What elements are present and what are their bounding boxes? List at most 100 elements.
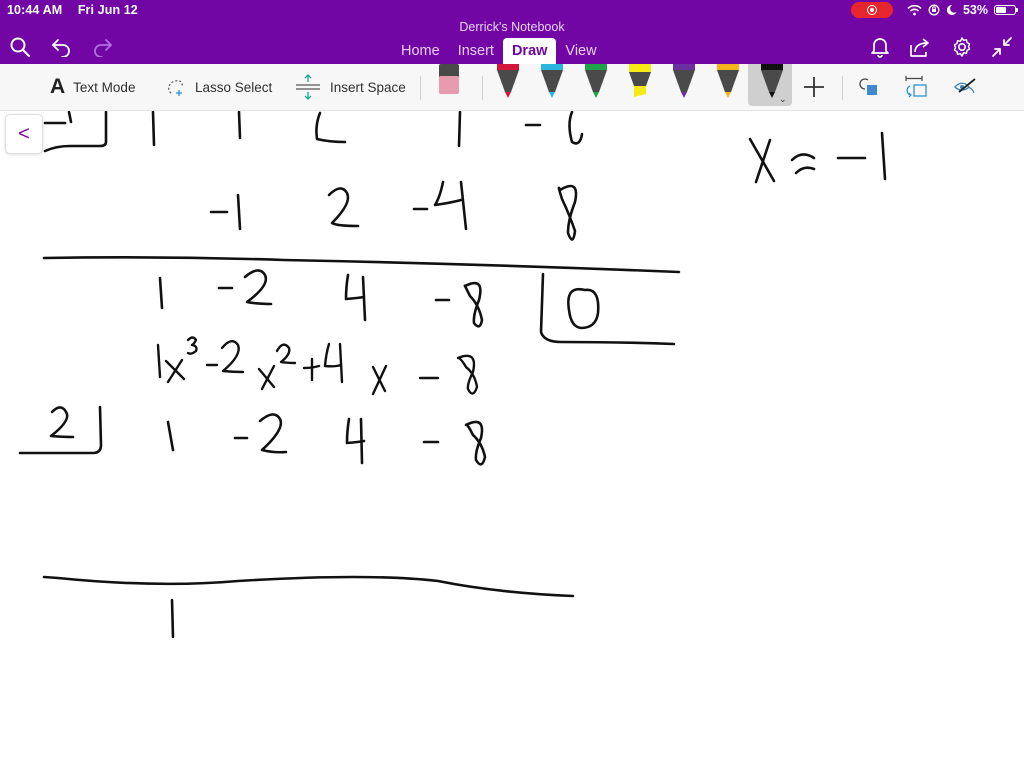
ink-term (371, 364, 388, 396)
wifi-icon (907, 4, 922, 16)
ink-row-2 (158, 269, 676, 346)
redo-icon[interactable] (90, 36, 114, 58)
eraser-icon[interactable] (436, 64, 466, 98)
ink-row-3 (18, 405, 487, 466)
lasso-icon (165, 76, 187, 98)
red-pen-icon[interactable] (493, 64, 523, 98)
screen-record-icon[interactable] (850, 2, 893, 18)
ink-to-math-button[interactable] (952, 64, 980, 110)
ink-term (275, 343, 297, 365)
notebook-title: Derrick's Notebook (459, 20, 565, 34)
ink-remainder-box (539, 272, 676, 346)
search-icon[interactable] (8, 36, 32, 58)
insert-space-button[interactable]: Insert Space (294, 64, 406, 110)
ink-divisor-bracket (18, 405, 103, 455)
add-pen-icon (804, 77, 824, 97)
app-header: 10:44 AM Fri Jun 12 53% Derrick's Notebo… (0, 0, 1024, 64)
text-mode-icon: A (50, 75, 66, 98)
ink-digit (217, 269, 273, 306)
ink-digit (344, 273, 367, 322)
text-mode-label: Text Mode (73, 79, 136, 95)
ink-term (186, 336, 198, 355)
ribbon-tabs: Home Insert Draw View (392, 38, 606, 64)
status-bar-right: 53% (850, 2, 1018, 18)
ink-digit (170, 598, 175, 639)
back-button[interactable]: < (5, 114, 43, 154)
battery-percent: 53% (962, 3, 988, 17)
green-pen-icon[interactable] (581, 64, 611, 98)
ink-term (205, 340, 245, 374)
ink-digit (524, 111, 584, 145)
ink-digit (237, 111, 242, 140)
ink-term (164, 358, 186, 384)
bell-icon[interactable] (868, 36, 892, 58)
ink-digit (315, 111, 347, 144)
tab-insert[interactable]: Insert (449, 38, 503, 64)
text-mode-button[interactable]: A Text Mode (50, 64, 135, 110)
ink-divisor-bracket-top (43, 111, 108, 153)
ink-rule-line (42, 256, 681, 274)
shapes-button[interactable] (856, 64, 882, 110)
yellow-highlighter-icon[interactable] (625, 64, 655, 98)
ink-digit (567, 287, 600, 330)
convert-ink-button[interactable] (902, 64, 930, 110)
gear-icon[interactable] (950, 36, 974, 58)
share-icon[interactable] (908, 36, 932, 58)
ink-digit (209, 193, 242, 231)
battery-icon (994, 5, 1018, 15)
ink-row-0 (43, 111, 584, 153)
insert-space-label: Insert Space (330, 79, 406, 95)
ink-term (418, 354, 479, 395)
orientation-lock-icon (928, 4, 940, 16)
chevron-down-icon[interactable]: ⌄ (779, 94, 787, 105)
cyan-pen-icon[interactable] (537, 64, 567, 98)
ink-digit (422, 420, 487, 466)
notebook-canvas[interactable] (0, 111, 1024, 768)
status-date: Fri Jun 12 (77, 3, 138, 17)
ribbon-divider (420, 76, 421, 100)
ink-digit (557, 184, 578, 241)
ink-digit (233, 413, 288, 454)
lasso-select-label: Lasso Select (195, 79, 273, 95)
ink-digit (345, 417, 366, 465)
tab-home[interactable]: Home (392, 38, 449, 64)
ink-rule-line (42, 575, 575, 598)
ink-digit (412, 180, 468, 231)
ink-term (323, 342, 344, 384)
lasso-select-button[interactable]: Lasso Select (165, 64, 272, 110)
ink-digit (434, 281, 484, 328)
ink-term (156, 343, 162, 379)
shapes-icon (859, 78, 877, 95)
purple-pen-icon[interactable] (669, 64, 699, 98)
status-bar-left: 10:44 AM Fri Jun 12 (7, 3, 150, 17)
ribbon-divider (842, 76, 843, 100)
tab-view[interactable]: View (556, 38, 605, 64)
ink-divisor (49, 406, 75, 439)
ink-digit (327, 187, 360, 228)
orange-pen-icon[interactable] (713, 64, 743, 98)
ink-variable-x (748, 137, 776, 184)
ink-digit (158, 276, 164, 310)
insert-space-icon (294, 73, 322, 101)
ink-polynomial-row (156, 336, 479, 396)
ink-digit (880, 131, 887, 181)
ink-digit (166, 420, 175, 452)
tab-draw[interactable]: Draw (502, 38, 557, 64)
convert-ink-icon (905, 76, 927, 98)
ink-side-note (748, 131, 887, 184)
undo-icon[interactable] (50, 36, 74, 58)
ink-term (257, 364, 276, 391)
ink-row-1 (209, 180, 578, 241)
chevron-left-icon: < (18, 122, 30, 145)
black-pen-icon[interactable]: ⌄ (757, 64, 787, 104)
ink-to-math-icon (954, 78, 976, 94)
ink-digit (457, 111, 462, 148)
ink-digit (151, 111, 156, 147)
status-time: 10:44 AM (7, 3, 63, 17)
ink-term (302, 357, 321, 382)
add-pen-button[interactable] (802, 64, 826, 110)
ink-equals (790, 153, 816, 175)
do-not-disturb-icon (946, 4, 957, 15)
collapse-icon[interactable] (990, 36, 1014, 58)
draw-ribbon: A Text Mode Lasso Select Insert Space ⌄ (0, 64, 1024, 111)
